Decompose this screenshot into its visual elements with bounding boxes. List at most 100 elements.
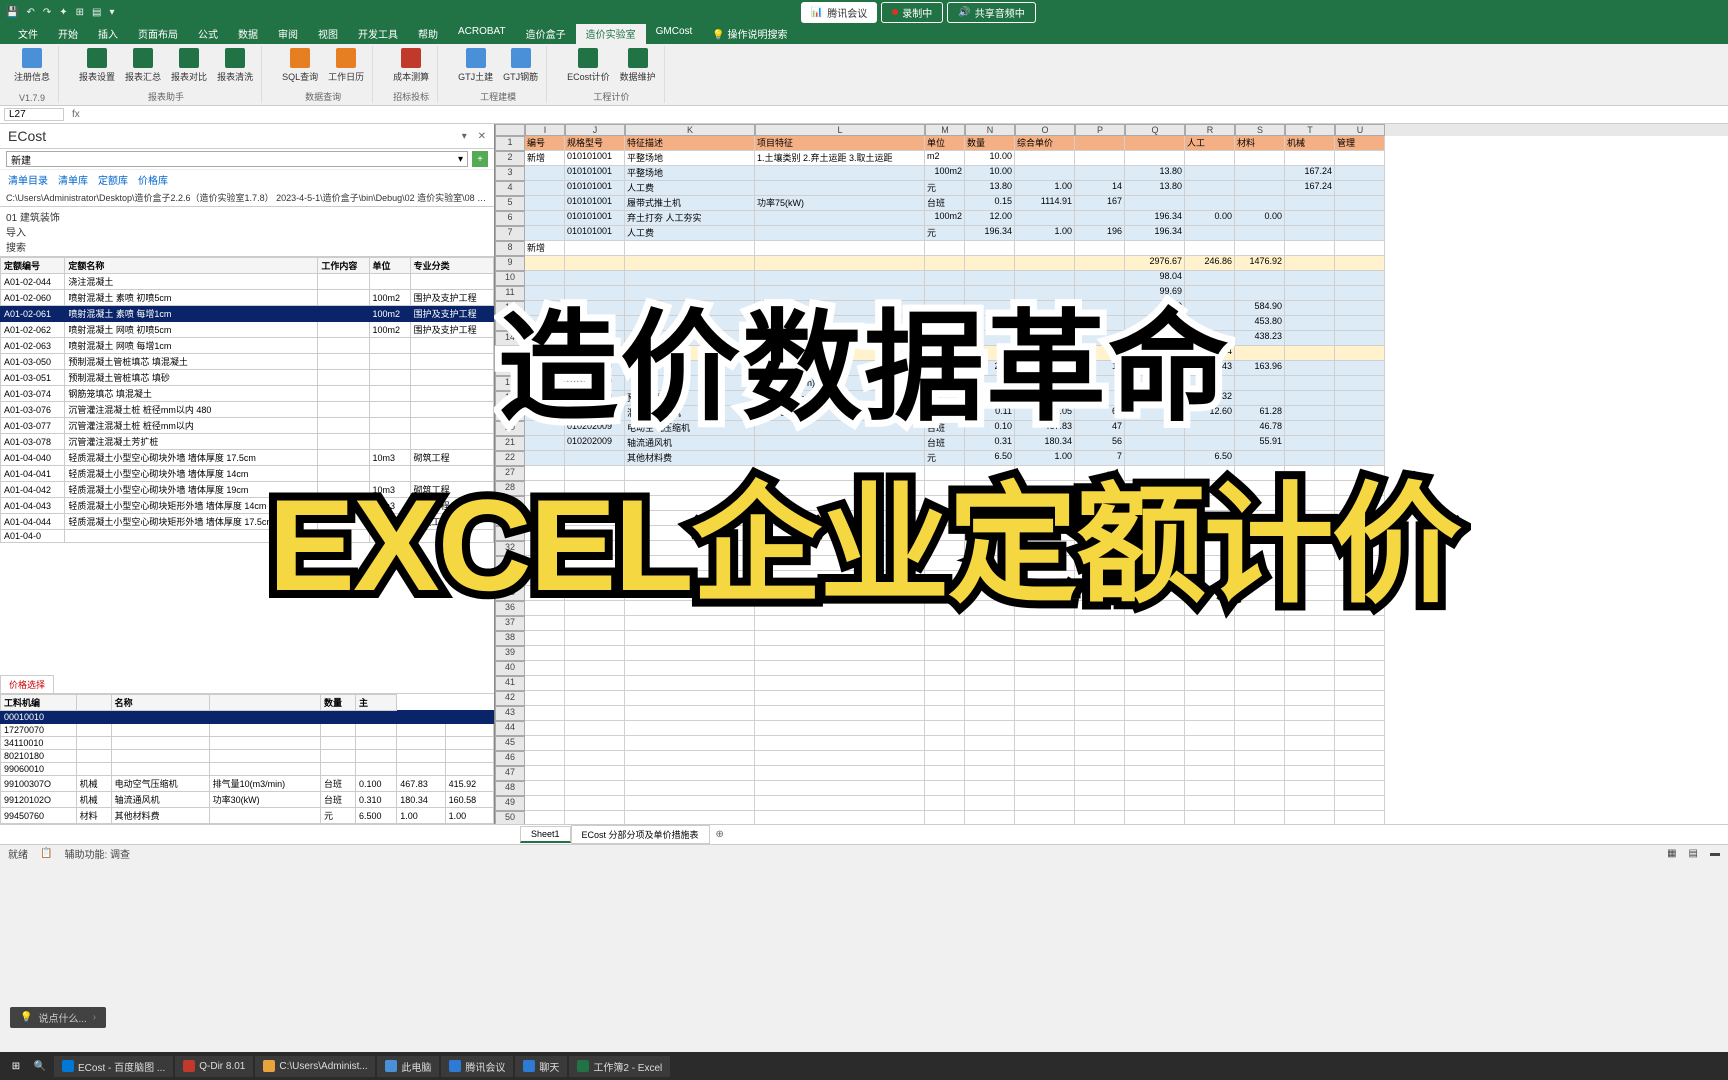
- row-header[interactable]: 13: [495, 316, 525, 331]
- grid-cell[interactable]: [1125, 241, 1185, 256]
- grid-cell[interactable]: [525, 271, 565, 286]
- grid-cell[interactable]: [1235, 481, 1285, 496]
- grid-cell[interactable]: [925, 256, 965, 271]
- new-combo[interactable]: 新建 ▾: [6, 151, 468, 167]
- grid-cell[interactable]: [565, 271, 625, 286]
- grid-cell[interactable]: [1075, 511, 1125, 526]
- grid-cell[interactable]: [625, 721, 755, 736]
- grid-cell[interactable]: [525, 736, 565, 751]
- grid-cell[interactable]: [925, 511, 965, 526]
- sidebar-link[interactable]: 价格库: [138, 172, 168, 187]
- grid-cell[interactable]: 项目特征: [755, 136, 925, 151]
- grid-cell[interactable]: 人工: [1185, 136, 1235, 151]
- grid-cell[interactable]: [1235, 556, 1285, 571]
- grid-cell[interactable]: [1185, 151, 1235, 166]
- grid-cell[interactable]: [565, 766, 625, 781]
- grid-cell[interactable]: [625, 646, 755, 661]
- grid-cell[interactable]: [525, 301, 565, 316]
- grid-cell[interactable]: [1015, 481, 1075, 496]
- grid-cell[interactable]: [625, 586, 755, 601]
- grid-cell[interactable]: [1185, 721, 1235, 736]
- grid-cell[interactable]: [1285, 796, 1335, 811]
- table-row[interactable]: A01-03-077沉管灌注混凝土桩 桩径mm以内: [1, 418, 494, 434]
- grid-cell[interactable]: [1125, 346, 1185, 361]
- grid-cell[interactable]: [1125, 646, 1185, 661]
- tab-开始[interactable]: 开始: [48, 24, 88, 44]
- row-header[interactable]: 33: [495, 556, 525, 571]
- row-header[interactable]: 17: [495, 376, 525, 391]
- row-header[interactable]: 36: [495, 601, 525, 616]
- row-header[interactable]: 35: [495, 586, 525, 601]
- grid-cell[interactable]: [1335, 406, 1385, 421]
- grid-cell[interactable]: 规格型号: [565, 136, 625, 151]
- grid-cell[interactable]: 010101001: [565, 211, 625, 226]
- grid-cell[interactable]: [965, 706, 1015, 721]
- grid-cell[interactable]: [1285, 241, 1335, 256]
- ribbon-button[interactable]: SQL查询: [280, 46, 320, 85]
- grid-cell[interactable]: [965, 766, 1015, 781]
- table-row[interactable]: A01-02-060喷射混凝土 素喷 初喷5cm100m2围护及支护工程: [1, 290, 494, 306]
- grid-cell[interactable]: 246.86: [1185, 256, 1235, 271]
- grid-cell[interactable]: [1015, 646, 1075, 661]
- table-row[interactable]: 17270070: [1, 724, 494, 737]
- column-header[interactable]: Q: [1125, 124, 1185, 136]
- select-all-corner[interactable]: [495, 124, 525, 136]
- grid-cell[interactable]: [1285, 586, 1335, 601]
- grid-cell[interactable]: 综合单价: [1015, 136, 1075, 151]
- row-header[interactable]: 18: [495, 391, 525, 406]
- grid-cell[interactable]: [1335, 331, 1385, 346]
- grid-cell[interactable]: [1335, 421, 1385, 436]
- grid-cell[interactable]: [755, 646, 925, 661]
- grid-cell[interactable]: 生产率5(m3/h): [755, 376, 925, 391]
- grid-cell[interactable]: [1185, 241, 1235, 256]
- grid-cell[interactable]: [1335, 691, 1385, 706]
- grid-cell[interactable]: [1125, 406, 1185, 421]
- view-normal-icon[interactable]: ▦: [1667, 848, 1676, 859]
- grid-cell[interactable]: 100m2: [925, 211, 965, 226]
- row-header[interactable]: 41: [495, 676, 525, 691]
- tab-开发工具[interactable]: 开发工具: [348, 24, 408, 44]
- grid-cell[interactable]: [525, 631, 565, 646]
- grid-cell[interactable]: [965, 481, 1015, 496]
- grid-cell[interactable]: 10.00: [965, 151, 1015, 166]
- grid-cell[interactable]: [1015, 511, 1075, 526]
- grid-cell[interactable]: [1285, 361, 1335, 376]
- grid-cell[interactable]: [925, 766, 965, 781]
- row-header[interactable]: 39: [495, 646, 525, 661]
- grid-cell[interactable]: [1235, 181, 1285, 196]
- row-header[interactable]: 32: [495, 541, 525, 556]
- grid-cell[interactable]: [525, 181, 565, 196]
- grid-cell[interactable]: [1125, 391, 1185, 406]
- sidebar-link[interactable]: 清单目录: [8, 172, 48, 187]
- formula-input[interactable]: [88, 109, 1724, 120]
- grid-cell[interactable]: [1125, 451, 1185, 466]
- grid-cell[interactable]: [1015, 241, 1075, 256]
- grid-cell[interactable]: [965, 271, 1015, 286]
- grid-cell[interactable]: [1075, 661, 1125, 676]
- column-header[interactable]: K: [625, 124, 755, 136]
- grid-cell[interactable]: [1285, 331, 1335, 346]
- grid-cell[interactable]: [925, 271, 965, 286]
- grid-cell[interactable]: 0.10: [965, 421, 1015, 436]
- grid-cell[interactable]: [565, 571, 625, 586]
- grid-cell[interactable]: [1285, 256, 1335, 271]
- grid-cell[interactable]: 10.00: [965, 166, 1015, 181]
- row-header[interactable]: 49: [495, 796, 525, 811]
- grid-cell[interactable]: 预拌混凝土: [625, 391, 755, 406]
- grid-cell[interactable]: [1125, 796, 1185, 811]
- grid-cell[interactable]: [1185, 421, 1235, 436]
- grid-cell[interactable]: 010101001: [565, 151, 625, 166]
- grid-cell[interactable]: 13.80: [1125, 166, 1185, 181]
- grid-cell[interactable]: [1125, 661, 1185, 676]
- row-header[interactable]: 2: [495, 151, 525, 166]
- grid-cell[interactable]: [525, 451, 565, 466]
- grid-cell[interactable]: [1335, 496, 1385, 511]
- grid-cell[interactable]: [565, 676, 625, 691]
- grid-cell[interactable]: [1335, 436, 1385, 451]
- grid-cell[interactable]: [755, 571, 925, 586]
- grid-cell[interactable]: [1335, 466, 1385, 481]
- row-header[interactable]: 21: [495, 436, 525, 451]
- grid-cell[interactable]: [1335, 616, 1385, 631]
- grid-cell[interactable]: [925, 646, 965, 661]
- grid-cell[interactable]: [1125, 631, 1185, 646]
